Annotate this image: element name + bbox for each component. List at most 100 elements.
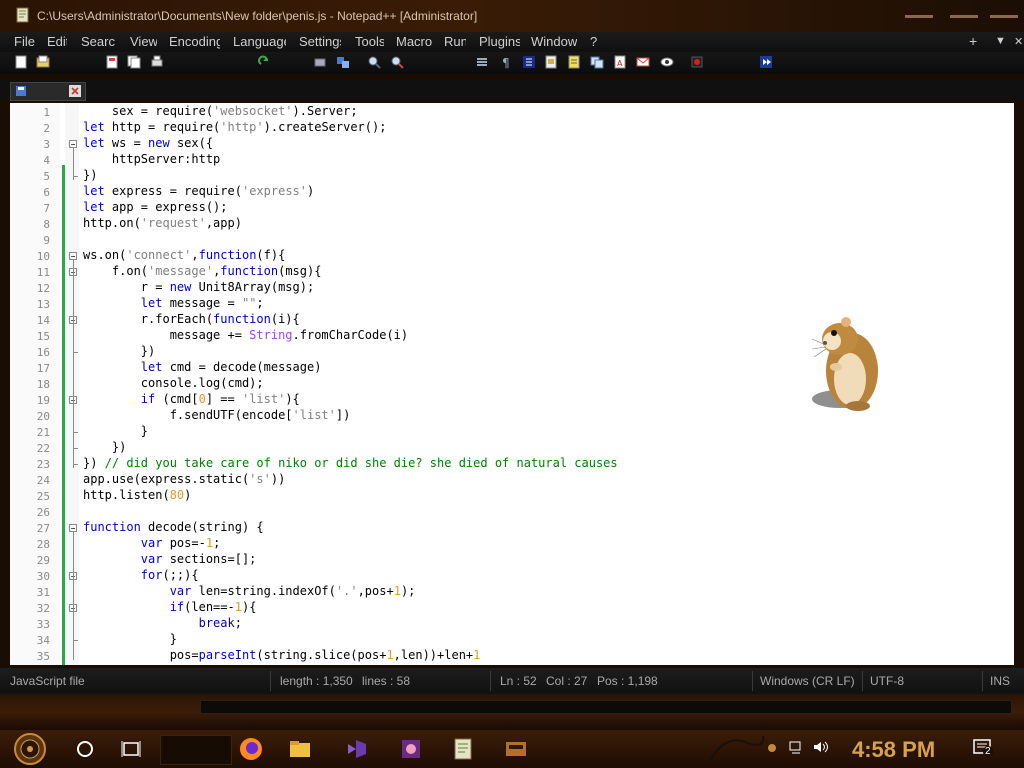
code-line[interactable]: let cmd = decode(message) xyxy=(83,360,322,376)
code-line[interactable]: ws.on('connect',function(f){ xyxy=(83,248,285,264)
menu-plugins[interactable]: Plugins xyxy=(479,34,520,49)
code-line[interactable]: f.sendUTF(encode['list']) xyxy=(83,408,351,424)
close-tab-icon[interactable] xyxy=(69,85,81,97)
menu-encoding[interactable]: Encoding xyxy=(169,34,220,49)
code-line[interactable]: }) xyxy=(83,344,155,360)
game-icon[interactable] xyxy=(398,736,424,762)
minimize-button[interactable]: ▬▬▬ xyxy=(905,10,935,22)
folder-icon[interactable] xyxy=(287,736,313,762)
save-icon[interactable] xyxy=(105,55,119,69)
close-window-button[interactable]: ▬▬▬ xyxy=(990,10,1020,22)
code-line[interactable]: for(;;){ xyxy=(83,568,199,584)
code-line[interactable]: } xyxy=(83,632,177,648)
code-line[interactable]: r = new Unit8Array(msg); xyxy=(83,280,314,296)
fold-toggle-icon[interactable] xyxy=(69,140,77,148)
code-line[interactable]: let http = require('http').createServer(… xyxy=(83,120,386,136)
code-line[interactable]: if (cmd[0] == 'list'){ xyxy=(83,392,300,408)
code-line[interactable]: let ws = new sex({ xyxy=(83,136,213,152)
visual-studio-icon[interactable] xyxy=(344,736,370,762)
code-line[interactable]: message += String.fromCharCode(i) xyxy=(83,328,408,344)
add-tab-button[interactable]: + xyxy=(969,33,977,49)
tab-list-dropdown[interactable]: ▼ xyxy=(995,35,1006,47)
search-box[interactable] xyxy=(160,735,232,765)
function-list-icon[interactable] xyxy=(567,55,581,69)
code-line[interactable]: sex = require('websocket').Server; xyxy=(83,104,358,120)
code-line[interactable]: var len=string.indexOf('.',pos+1); xyxy=(83,584,416,600)
code-line[interactable]: break; xyxy=(83,616,242,632)
code-line[interactable]: } xyxy=(83,424,148,440)
code-line[interactable]: var pos=-1; xyxy=(83,536,221,552)
code-line[interactable]: let express = require('express') xyxy=(83,184,314,200)
code-line[interactable]: httpServer:http xyxy=(83,152,220,168)
run-macro-multiple-icon[interactable] xyxy=(759,55,773,69)
fold-toggle-icon[interactable] xyxy=(69,524,77,532)
folder-workspace-icon[interactable] xyxy=(590,55,604,69)
replace-icon[interactable] xyxy=(336,55,350,69)
save-all-icon[interactable] xyxy=(127,55,141,69)
monitoring-icon[interactable]: A xyxy=(613,55,627,69)
sync-scroll-icon[interactable] xyxy=(475,55,489,69)
task-view-icon[interactable] xyxy=(118,736,144,762)
menu-tools[interactable]: Tools xyxy=(355,34,384,49)
menu-window[interactable]: Window xyxy=(531,34,577,49)
cortana-icon[interactable] xyxy=(72,736,98,762)
fold-margin[interactable] xyxy=(65,103,79,665)
maximize-button[interactable]: ▬▬▬ xyxy=(950,10,980,22)
menu-file[interactable]: File xyxy=(14,34,36,49)
code-line[interactable]: f.on('message',function(msg){ xyxy=(83,264,322,280)
code-line[interactable]: }) // did you take care of niko or did s… xyxy=(83,456,618,472)
menu-language[interactable]: Language xyxy=(233,34,286,49)
document-map-icon[interactable] xyxy=(544,55,558,69)
menu-view[interactable]: View xyxy=(130,34,157,49)
volume-icon[interactable] xyxy=(812,738,830,756)
notepadpp-app-icon[interactable] xyxy=(16,7,30,23)
new-file-icon[interactable] xyxy=(14,55,28,69)
firefox-icon[interactable] xyxy=(238,736,264,762)
indent-guide-icon[interactable] xyxy=(522,55,536,69)
close-doc-button[interactable]: ✕ xyxy=(1014,35,1023,48)
code-line[interactable]: http.on('request',app) xyxy=(83,216,242,232)
fold-toggle-icon[interactable] xyxy=(69,252,77,260)
zoom-in-icon[interactable] xyxy=(367,55,381,69)
menu-help[interactable]: ? xyxy=(590,34,602,49)
status-eol[interactable]: Windows (CR LF) xyxy=(760,674,855,688)
code-line[interactable]: let app = express(); xyxy=(83,200,228,216)
code-line[interactable]: r.forEach(function(i){ xyxy=(83,312,300,328)
start-icon[interactable] xyxy=(12,732,48,766)
macro-view-icon[interactable] xyxy=(660,55,674,69)
notepadpp-icon[interactable] xyxy=(450,736,476,762)
status-line[interactable]: Ln : 52 xyxy=(500,674,537,688)
macro-record-icon[interactable] xyxy=(636,55,650,69)
menu-macro[interactable]: Macro xyxy=(396,34,432,49)
status-encoding[interactable]: UTF-8 xyxy=(870,674,904,688)
code-line[interactable]: }) xyxy=(83,440,126,456)
status-column[interactable]: Col : 27 xyxy=(546,674,587,688)
code-line[interactable]: let message = ""; xyxy=(83,296,264,312)
code-line[interactable]: function decode(string) { xyxy=(83,520,264,536)
code-line[interactable]: app.use(express.static('s')) xyxy=(83,472,285,488)
code-editor[interactable]: 1 2 3 4 5 6 7 8 9 10 11 12 13 14 15 16 17 18 19 20 21 22 23 24 2… xyxy=(10,103,1014,665)
taskbar-clock[interactable]: 4:58 PM xyxy=(852,737,935,763)
show-all-chars-icon[interactable]: ¶ xyxy=(499,55,513,69)
menu-search[interactable]: Search xyxy=(81,34,115,49)
menu-edit[interactable]: Edit xyxy=(47,34,67,49)
code-line[interactable]: if(len==-1){ xyxy=(83,600,257,616)
redo-icon[interactable] xyxy=(258,55,272,69)
calculator-icon[interactable] xyxy=(503,736,529,762)
zoom-out-icon[interactable] xyxy=(390,55,404,69)
show-hidden-icons-icon[interactable] xyxy=(766,742,778,754)
network-icon[interactable] xyxy=(788,738,806,756)
find-icon[interactable] xyxy=(313,55,327,69)
status-position[interactable]: Pos : 1,198 xyxy=(597,674,658,688)
code-line[interactable]: var sections=[]; xyxy=(83,552,257,568)
menu-settings[interactable]: Settings xyxy=(299,34,341,49)
print-icon[interactable] xyxy=(150,55,164,69)
stop-record-icon[interactable] xyxy=(690,55,704,69)
status-insert-mode[interactable]: INS xyxy=(990,674,1010,688)
code-line[interactable]: pos=parseInt(string.slice(pos+1,len))+le… xyxy=(83,648,481,664)
menu-run[interactable]: Run xyxy=(444,34,466,49)
code-line[interactable]: }) xyxy=(83,168,97,184)
code-line[interactable]: http.listen(80) xyxy=(83,488,191,504)
tab-penis-js[interactable] xyxy=(10,82,86,101)
code-line[interactable]: console.log(cmd); xyxy=(83,376,264,392)
